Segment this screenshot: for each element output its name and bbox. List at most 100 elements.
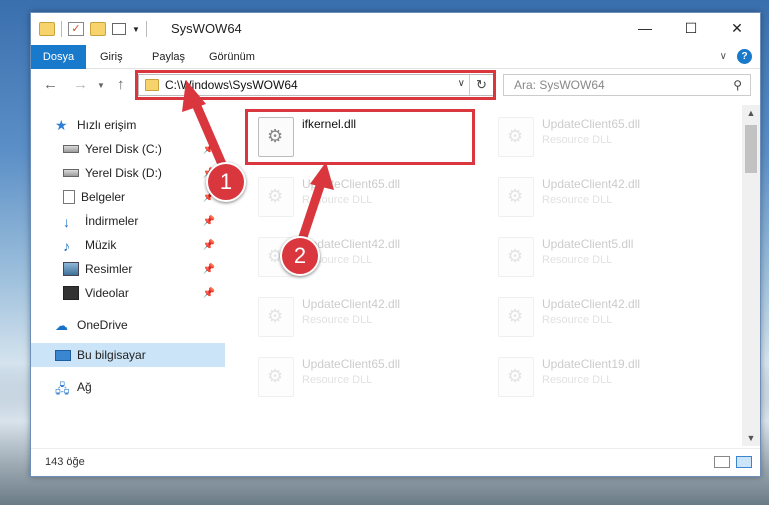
file-item[interactable]: UpdateClient19.dll Resource DLL <box>488 353 718 405</box>
file-item[interactable]: UpdateClient65.dll Resource DLL <box>248 173 478 225</box>
maximize-button[interactable]: ☐ <box>668 13 714 43</box>
sidebar-item-label: Yerel Disk (D:) <box>85 166 162 180</box>
file-item[interactable]: UpdateClient65.dll Resource DLL <box>488 113 718 165</box>
file-name: UpdateClient65.dll <box>542 117 641 131</box>
scrollbar-thumb[interactable] <box>745 125 757 173</box>
sidebar-item-quick-access[interactable]: ★ Hızlı erişim <box>31 113 225 137</box>
file-item[interactable]: UpdateClient42.dll Resource DLL <box>488 293 718 345</box>
dll-file-icon <box>498 177 534 217</box>
sidebar-item-label: Bu bilgisayar <box>77 348 146 362</box>
sidebar-item-videos[interactable]: Videolar 📌 <box>31 281 225 305</box>
address-highlight-box <box>135 70 496 100</box>
documents-icon <box>63 190 75 204</box>
folder-icon <box>39 22 55 36</box>
disk-icon <box>63 169 79 177</box>
videos-icon <box>63 286 79 300</box>
file-item[interactable]: UpdateClient5.dll Resource DLL <box>488 233 718 285</box>
new-folder-icon[interactable] <box>90 22 106 36</box>
file-item[interactable]: UpdateClient42.dll Resource DLL <box>488 173 718 225</box>
back-arrow-icon[interactable]: ← <box>43 76 58 93</box>
window-title: SysWOW64 <box>171 21 242 36</box>
step-badge-2: 2 <box>280 236 320 276</box>
divider <box>61 21 62 37</box>
customize-toolbar-icon[interactable] <box>112 23 126 35</box>
pin-icon: 📌 <box>202 287 215 299</box>
sidebar-item-network[interactable]: 🖧 Ağ <box>31 375 225 399</box>
file-name: UpdateClient5.dll <box>542 237 634 251</box>
file-type: Resource DLL <box>542 254 613 266</box>
sidebar-item-label: Yerel Disk (C:) <box>85 142 162 156</box>
file-name: UpdateClient19.dll <box>542 357 641 371</box>
item-count: 143 öğe <box>45 456 85 468</box>
file-item[interactable]: UpdateClient42.dll Resource DLL <box>248 293 478 345</box>
expand-ribbon-icon[interactable]: ∨ <box>720 51 727 62</box>
chevron-down-icon[interactable]: ▼ <box>132 25 140 34</box>
pin-icon: 📌 <box>202 263 215 275</box>
forward-arrow-icon[interactable]: → <box>73 76 88 93</box>
dll-file-icon <box>258 177 294 217</box>
file-type: Resource DLL <box>542 314 613 326</box>
file-type: Resource DLL <box>542 374 613 386</box>
file-type: Resource DLL <box>542 194 613 206</box>
minimize-button[interactable]: — <box>622 13 668 43</box>
music-icon: ♪ <box>63 238 70 254</box>
sidebar-item-local-disk-d[interactable]: Yerel Disk (D:) 📌 <box>31 161 225 185</box>
file-type: Resource DLL <box>542 134 613 146</box>
ribbon-tabs: Dosya Giriş Paylaş Görünüm ∨ ? <box>31 45 760 69</box>
title-bar: ✓ ▼ SysWOW64 — ☐ ✕ <box>31 13 760 45</box>
file-highlight-box <box>245 109 475 165</box>
scroll-down-icon[interactable]: ▼ <box>742 430 760 446</box>
sidebar-item-label: İndirmeler <box>85 214 139 228</box>
tab-share[interactable]: Paylaş <box>152 45 185 69</box>
file-explorer-window: ✓ ▼ SysWOW64 — ☐ ✕ Dosya Giriş Paylaş Gö… <box>30 12 761 477</box>
file-name: UpdateClient42.dll <box>542 297 641 311</box>
vertical-scrollbar[interactable]: ▲ ▼ <box>742 105 760 446</box>
dll-file-icon <box>498 297 534 337</box>
file-type: Resource DLL <box>302 194 373 206</box>
network-icon: 🖧 <box>55 381 70 396</box>
status-bar: 143 öğe <box>31 448 760 476</box>
downloads-icon: ↓ <box>63 214 70 230</box>
scroll-up-icon[interactable]: ▲ <box>742 105 760 121</box>
file-name: UpdateClient42.dll <box>302 297 401 311</box>
tab-file[interactable]: Dosya <box>31 45 86 69</box>
sidebar-item-label: Hızlı erişim <box>77 118 137 132</box>
file-type: Resource DLL <box>302 374 373 386</box>
search-icon[interactable]: ⚲ <box>733 78 742 92</box>
sidebar-item-pictures[interactable]: Resimler 📌 <box>31 257 225 281</box>
tab-view[interactable]: Görünüm <box>209 45 255 69</box>
pictures-icon <box>63 262 79 276</box>
up-arrow-icon[interactable]: ↑ <box>117 76 125 93</box>
view-switcher <box>714 456 752 468</box>
file-type: Resource DLL <box>302 314 373 326</box>
sidebar-item-downloads[interactable]: ↓ İndirmeler 📌 <box>31 209 225 233</box>
onedrive-icon: ☁ <box>55 318 68 333</box>
dll-file-icon <box>498 237 534 277</box>
step-badge-1: 1 <box>206 162 246 202</box>
pin-icon: 📌 <box>202 215 215 227</box>
properties-icon[interactable]: ✓ <box>68 22 84 36</box>
file-name: UpdateClient65.dll <box>302 177 401 191</box>
navigation-bar: ← → ▼ ↑ C:\Windows\SysWOW64 ∨ ↻ Ara: Sys… <box>31 70 760 102</box>
dll-file-icon <box>258 297 294 337</box>
help-icon[interactable]: ? <box>737 49 752 64</box>
recent-locations-icon[interactable]: ▼ <box>97 81 105 90</box>
details-view-icon[interactable] <box>714 456 730 468</box>
dll-file-icon <box>258 357 294 397</box>
dll-file-icon <box>498 357 534 397</box>
search-input[interactable]: Ara: SysWOW64 ⚲ <box>503 74 751 96</box>
file-name: UpdateClient65.dll <box>302 357 401 371</box>
sidebar-item-onedrive[interactable]: ☁ OneDrive <box>31 313 225 337</box>
sidebar-item-documents[interactable]: Belgeler 📌 <box>31 185 225 209</box>
sidebar-item-music[interactable]: ♪ Müzik 📌 <box>31 233 225 257</box>
tab-home[interactable]: Giriş <box>100 45 123 69</box>
quick-access-star-icon: ★ <box>55 117 68 133</box>
close-button[interactable]: ✕ <box>714 13 760 43</box>
sidebar-item-this-pc[interactable]: Bu bilgisayar <box>31 343 225 367</box>
file-item[interactable]: UpdateClient65.dll Resource DLL <box>248 353 478 405</box>
sidebar-item-local-disk-c[interactable]: Yerel Disk (C:) 📌 <box>31 137 225 161</box>
sidebar-item-label: Ağ <box>77 380 92 394</box>
sidebar-item-label: Videolar <box>85 286 129 300</box>
sidebar-item-label: OneDrive <box>77 318 128 332</box>
tiles-view-icon[interactable] <box>736 456 752 468</box>
